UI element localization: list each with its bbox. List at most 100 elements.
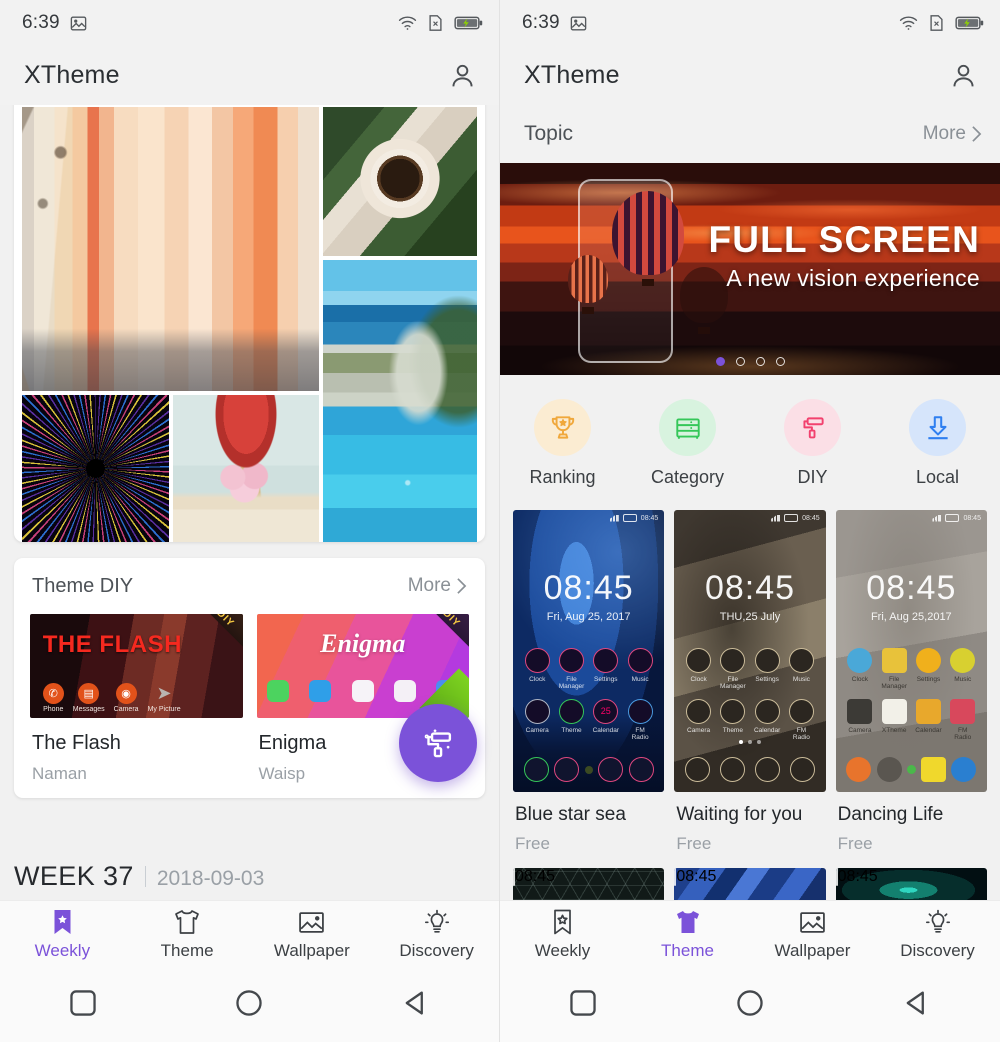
messages-icon [921,757,947,782]
quick-action-label: Local [915,467,960,487]
banner-subhead: A new vision experience [726,265,980,291]
image-icon [250,908,375,936]
battery-charging-icon [955,15,984,31]
camera-icon [524,699,550,725]
theme-thumbnail-nebula[interactable]: 08:45 [835,868,987,900]
theme-clock-small: 08:45 [676,868,717,885]
recents-square-icon[interactable] [68,988,98,1023]
contacts-icon [554,757,580,782]
theme-clock-small: 08:45 [515,868,556,885]
system-nav-bar [0,968,499,1042]
phone-icon: ✆ [42,683,64,704]
battery-icon [622,514,637,522]
quick-action-category[interactable]: Category [625,399,750,488]
tab-wallpaper-label: Wallpaper [774,941,851,960]
theme-diy-item-flash[interactable]: THE FLASH ✆ Phone ▤ Messages ◉ Camera ➤ … [30,614,243,784]
quick-action-diy[interactable]: DIY [750,399,875,488]
tab-weekly[interactable]: Weekly [500,908,625,961]
left-scroll-body[interactable]: Theme DIY More THE FLASH ✆ Phone ▤ Messa… [0,105,499,900]
theme-thumbnail-polygon[interactable]: 08:45 [674,868,826,900]
back-triangle-icon[interactable] [401,988,431,1023]
flash-app-my-picture: ➤ My Picture [147,683,181,713]
topic-title: Topic [524,122,574,145]
home-circle-icon[interactable] [735,988,765,1023]
collage-photo-sea[interactable] [323,260,477,542]
trophy-icon [534,399,591,456]
account-icon[interactable] [949,61,978,90]
signal-icon [609,514,619,522]
theme-card-dancing-life[interactable]: 08:45 08:45 Fri, Aug 25,2017 Clock File … [835,510,987,854]
banner-carousel-dots [500,357,1000,366]
theme-name: Blue star sea [515,804,626,825]
lightbulb-icon [875,908,1000,936]
photos-icon [394,680,417,702]
weekly-collage-card[interactable] [14,105,485,542]
theme-diy-more-button[interactable]: More [408,575,467,597]
collage-photo-street[interactable] [22,107,320,391]
phone-icon [684,757,710,782]
topic-more-button[interactable]: More [923,123,982,145]
theme-card-blue-star-sea[interactable]: 08:45 08:45 Fri, Aug 25, 2017 Clock File… [513,510,665,854]
status-time: 6:39 [522,12,560,33]
topic-header: Topic More [500,105,1000,163]
theme-grid: 08:45 08:45 Fri, Aug 25, 2017 Clock File… [500,510,1000,854]
bookmark-star-icon [500,908,625,936]
quick-action-local[interactable]: Local [875,399,1000,488]
download-icon [909,399,966,456]
account-icon[interactable] [448,61,477,90]
photo-collage [22,107,477,542]
home-circle-icon[interactable] [234,988,264,1023]
tab-theme[interactable]: Theme [125,908,250,961]
image-icon [69,14,88,33]
signal-icon [932,514,942,522]
xtheme-icon [881,699,907,725]
left-phone-screen: 6:39 XTheme Theme DIY More THE FLASH ✆ P… [0,0,500,1042]
image-icon [569,14,588,33]
quick-action-label: DIY [797,467,828,487]
no-sim-icon [929,14,944,32]
theme-clock-small: 08:45 [640,514,659,522]
back-triangle-icon[interactable] [902,988,932,1023]
carousel-dot[interactable] [715,357,725,366]
collage-photo-macarons[interactable] [172,395,320,542]
collage-photo-ferris-wheel[interactable] [22,395,169,542]
tab-discovery[interactable]: Discovery [374,908,499,961]
quick-action-ranking[interactable]: Ranking [500,399,625,488]
tab-theme[interactable]: Theme [625,908,750,961]
tab-weekly-label: Weekly [34,941,91,960]
carousel-dot[interactable] [755,357,765,366]
quick-action-label: Category [650,467,725,487]
recents-square-icon[interactable] [568,988,598,1023]
lightbulb-icon [374,908,499,936]
calendar-icon [754,699,780,725]
flash-title: The Flash [32,732,121,754]
banner-headline: FULL SCREEN [708,219,980,260]
collage-photo-coffee[interactable] [323,107,477,256]
theme-diy-title: Theme DIY [32,574,134,597]
app-drawer-icon [906,765,916,774]
right-scroll-body[interactable]: Topic More FULL SCREEN A new vision expe… [500,105,1000,900]
week-date: 2018-09-03 [156,867,265,890]
theme-status-bar: 08:45 [513,868,664,886]
theme-thumbnail: 08:45 08:45 THU,25 July Clock File Manag… [674,510,826,792]
flash-app-messages: ▤ Messages [73,683,105,713]
arrow-up-icon [351,680,374,702]
enigma-thumb-title: Enigma [320,628,406,658]
theme-price: Free [676,834,712,853]
tab-wallpaper[interactable]: Wallpaper [250,908,375,961]
tab-wallpaper[interactable]: Wallpaper [750,908,875,961]
carousel-dot[interactable] [775,357,785,366]
theme-thumbnail-hexagon[interactable]: 08:45 [513,868,665,900]
flash-thumbnail: THE FLASH ✆ Phone ▤ Messages ◉ Camera ➤ … [30,614,243,718]
carousel-dot[interactable] [735,357,745,366]
theme-app-grid: Clock File Manager Settings Music Camera… [846,648,976,750]
tab-weekly[interactable]: Weekly [0,908,125,961]
tab-discovery[interactable]: Discovery [875,908,1000,961]
topic-banner[interactable]: FULL SCREEN A new vision experience [500,163,1000,375]
theme-card-waiting-for-you[interactable]: 08:45 08:45 THU,25 July Clock File Manag… [674,510,826,854]
battery-icon [784,514,799,522]
camera-icon [847,699,873,725]
week-number: WEEK 37 [14,861,134,891]
theme-diy-fab[interactable] [399,704,477,782]
tab-wallpaper-label: Wallpaper [273,941,350,960]
